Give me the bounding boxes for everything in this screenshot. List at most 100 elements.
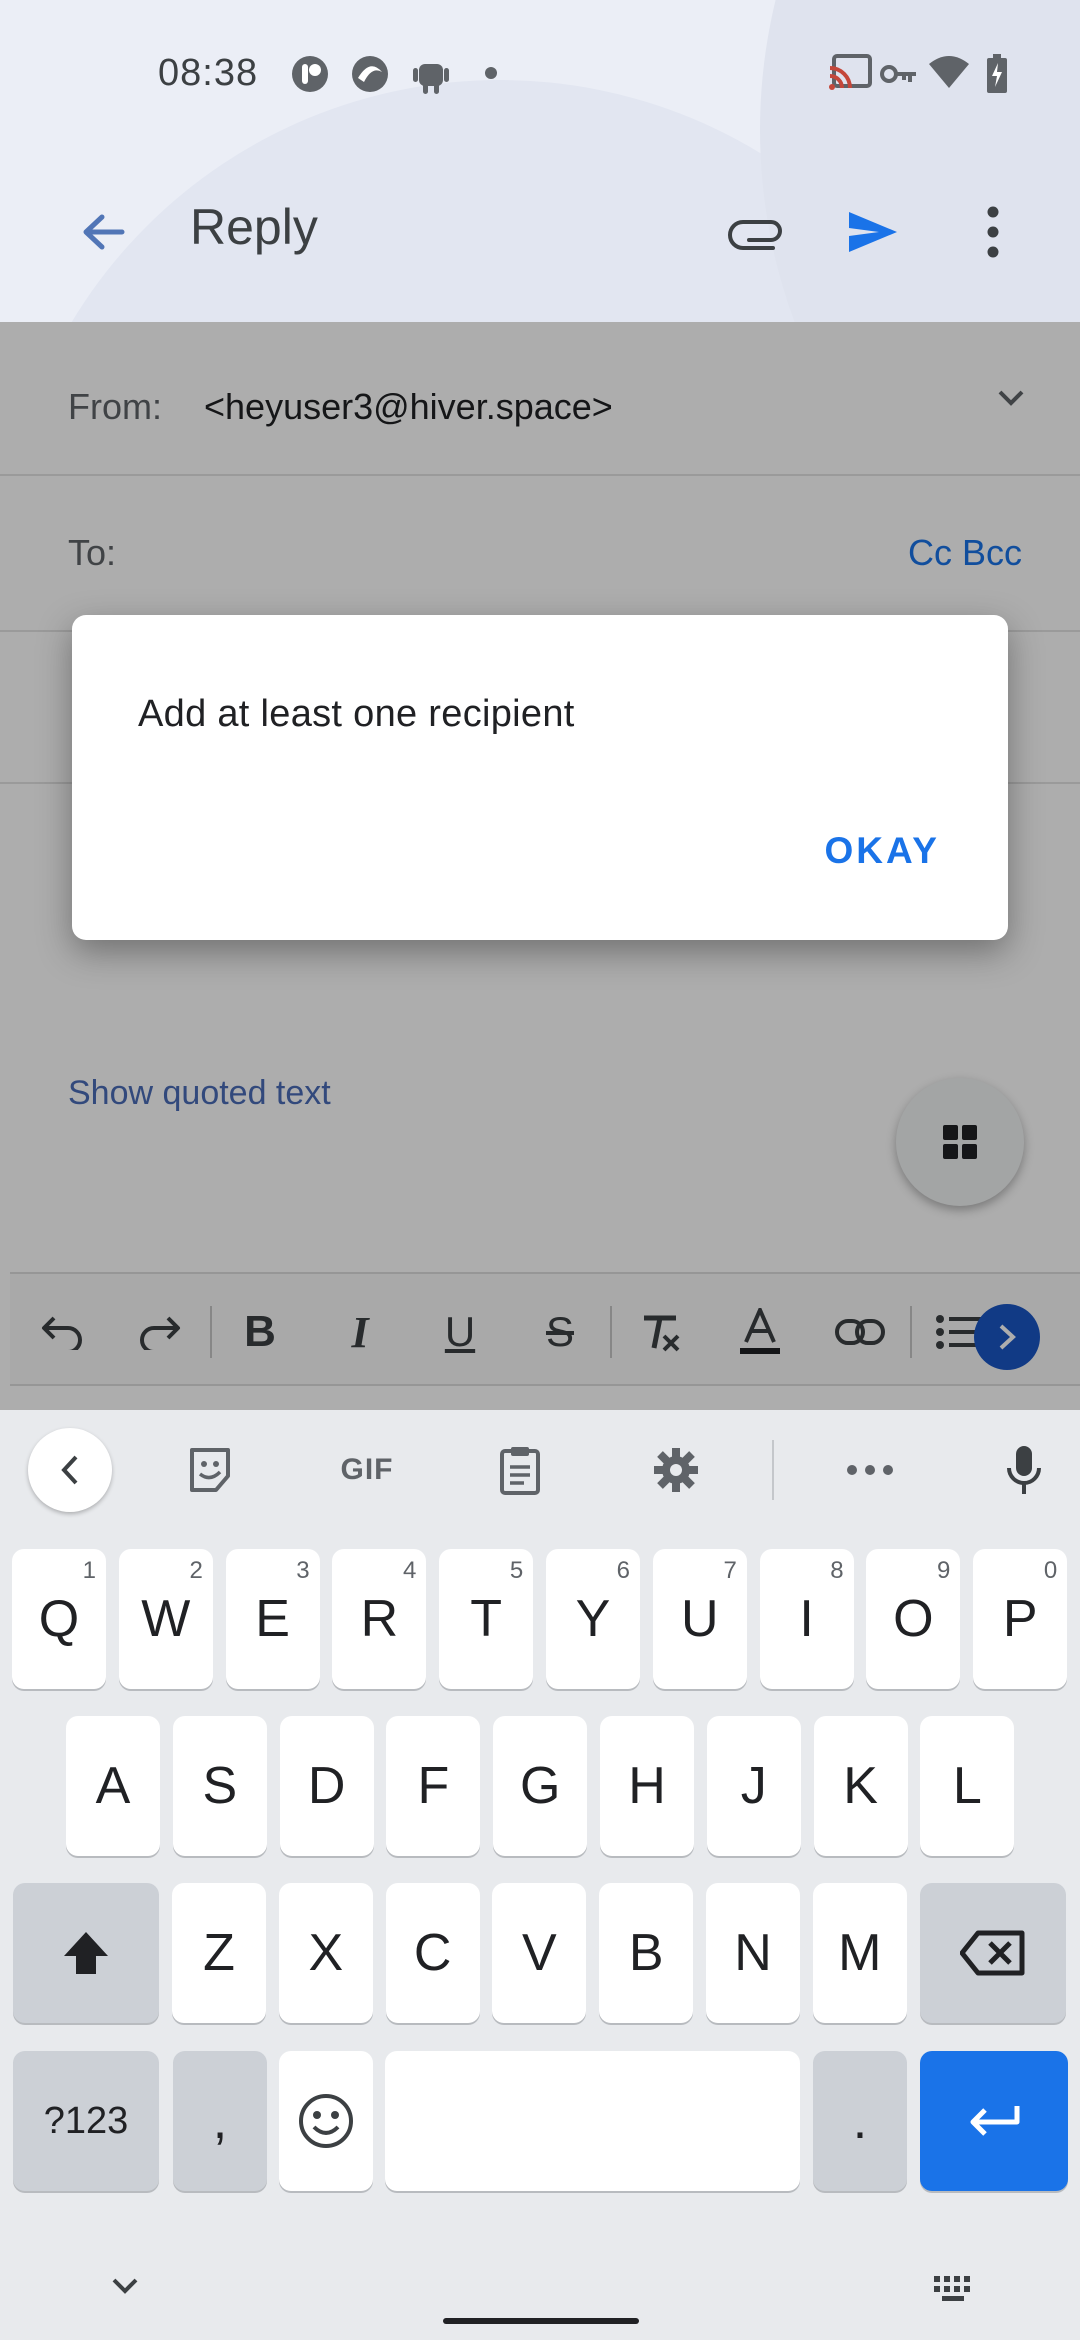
keyboard-return-icon xyxy=(970,2106,1020,2136)
keyboard-collapse-button[interactable] xyxy=(28,1428,112,1512)
key-number-hint: 0 xyxy=(1043,1557,1058,1584)
key-a[interactable]: A xyxy=(66,1716,160,1856)
key-c[interactable]: C xyxy=(385,1883,480,2023)
gif-label: GIF xyxy=(340,1453,394,1486)
key-p[interactable]: P0 xyxy=(973,1549,1068,1689)
key-m[interactable]: M xyxy=(812,1883,907,2023)
cast-icon xyxy=(828,54,872,97)
key-f[interactable]: F xyxy=(386,1716,481,1856)
attach-button[interactable] xyxy=(712,187,802,277)
key-d[interactable]: D xyxy=(279,1716,374,1856)
key-label: T xyxy=(470,1590,503,1648)
chevron-left-icon xyxy=(61,1455,78,1485)
status-time: 08:38 xyxy=(158,52,259,94)
backspace-icon xyxy=(960,1930,1025,1976)
keyboard: GIF Q1W2E3R4T5Y6U7I8O9P0 ASDFGHJKL ZXCVB… xyxy=(0,1410,1080,2340)
voice-input-button[interactable] xyxy=(982,1428,1066,1512)
shift-icon xyxy=(64,1932,108,1974)
key-b[interactable]: B xyxy=(599,1883,694,2023)
key-number-hint: 4 xyxy=(403,1557,417,1584)
key-q[interactable]: Q1 xyxy=(12,1549,106,1689)
key-j[interactable]: J xyxy=(706,1716,801,1856)
space-key[interactable] xyxy=(385,2051,800,2191)
emoji-icon xyxy=(299,2094,353,2148)
key-o[interactable]: O9 xyxy=(866,1549,961,1689)
key-l[interactable]: L xyxy=(920,1716,1015,1856)
key-u[interactable]: U7 xyxy=(652,1549,747,1689)
key-i[interactable]: I8 xyxy=(759,1549,854,1689)
key-y[interactable]: Y6 xyxy=(546,1549,640,1689)
sticker-icon xyxy=(190,1448,230,1492)
more-horiz-icon xyxy=(847,1465,893,1475)
shift-key[interactable] xyxy=(13,1883,159,2023)
more-vert-icon xyxy=(987,206,999,258)
keyboard-settings-button[interactable] xyxy=(634,1428,718,1512)
emoji-key[interactable] xyxy=(279,2051,373,2191)
key-label: U xyxy=(681,1590,719,1648)
sticker-button[interactable] xyxy=(168,1428,252,1512)
keyboard-switcher-button[interactable] xyxy=(932,2274,976,2309)
key-v[interactable]: V xyxy=(492,1883,587,2023)
home-indicator[interactable] xyxy=(443,2318,639,2324)
key-number-hint: 6 xyxy=(616,1557,630,1584)
microphone-icon xyxy=(1007,1446,1041,1494)
key-number-hint: 9 xyxy=(937,1557,951,1584)
key-label: Q xyxy=(38,1590,80,1648)
key-x[interactable]: X xyxy=(278,1883,373,2023)
notification-app-icon xyxy=(348,54,392,99)
keyboard-icon xyxy=(934,2276,970,2301)
backspace-key[interactable] xyxy=(920,1883,1066,2023)
key-label: Y xyxy=(575,1590,611,1648)
notification-app-icon xyxy=(290,54,330,99)
key-label: E xyxy=(255,1590,290,1648)
key-label: I xyxy=(799,1590,814,1648)
symbols-key[interactable]: ?123 xyxy=(13,2051,159,2191)
enter-key[interactable] xyxy=(920,2051,1068,2191)
key-e[interactable]: E3 xyxy=(225,1549,320,1689)
key-number-hint: 8 xyxy=(830,1557,844,1584)
key-label: R xyxy=(360,1590,399,1648)
key-number-hint: 7 xyxy=(723,1557,737,1584)
key-t[interactable]: T5 xyxy=(439,1549,534,1689)
key-number-hint: 5 xyxy=(509,1557,524,1584)
key-label: P xyxy=(1002,1590,1038,1648)
key-w[interactable]: W2 xyxy=(118,1549,213,1689)
navigation-bar xyxy=(0,2240,1080,2340)
send-button[interactable] xyxy=(828,187,918,277)
key-number-hint: 1 xyxy=(82,1557,96,1584)
more-options-button[interactable] xyxy=(948,187,1038,277)
top-area: 08:38 Reply xyxy=(0,0,1080,322)
chevron-down-icon xyxy=(112,2278,138,2294)
wifi-icon xyxy=(928,54,970,95)
key-h[interactable]: H xyxy=(600,1716,694,1856)
send-icon xyxy=(849,212,897,252)
comma-key[interactable]: , xyxy=(173,2051,267,2191)
key-number-hint: 3 xyxy=(296,1557,310,1584)
hide-keyboard-button[interactable] xyxy=(110,2276,140,2301)
divider xyxy=(772,1440,774,1500)
paperclip-icon xyxy=(728,220,782,250)
page-title: Reply xyxy=(190,199,318,255)
key-r[interactable]: R4 xyxy=(332,1549,427,1689)
back-button[interactable] xyxy=(58,187,148,277)
gear-icon xyxy=(654,1448,698,1492)
more-keyboard-options-button[interactable] xyxy=(828,1428,912,1512)
period-key[interactable]: . xyxy=(813,2051,907,2191)
status-bar: 08:38 xyxy=(0,0,1080,150)
key-label: O xyxy=(893,1590,934,1648)
okay-button[interactable]: OKAY xyxy=(824,830,940,872)
gif-button[interactable]: GIF xyxy=(322,1428,412,1512)
more-notifications-dot-icon xyxy=(484,66,498,85)
key-k[interactable]: K xyxy=(813,1716,908,1856)
key-s[interactable]: S xyxy=(172,1716,267,1856)
key-number-hint: 2 xyxy=(189,1557,203,1584)
key-label: W xyxy=(141,1590,191,1648)
vpn-key-icon xyxy=(880,62,918,91)
alert-dialog: Add at least one recipient OKAY xyxy=(72,615,1008,940)
key-n[interactable]: N xyxy=(706,1883,800,2023)
key-g[interactable]: G xyxy=(493,1716,588,1856)
key-z[interactable]: Z xyxy=(172,1883,266,2023)
dialog-message: Add at least one recipient xyxy=(138,693,575,735)
clipboard-icon xyxy=(500,1447,540,1495)
clipboard-button[interactable] xyxy=(478,1428,562,1512)
